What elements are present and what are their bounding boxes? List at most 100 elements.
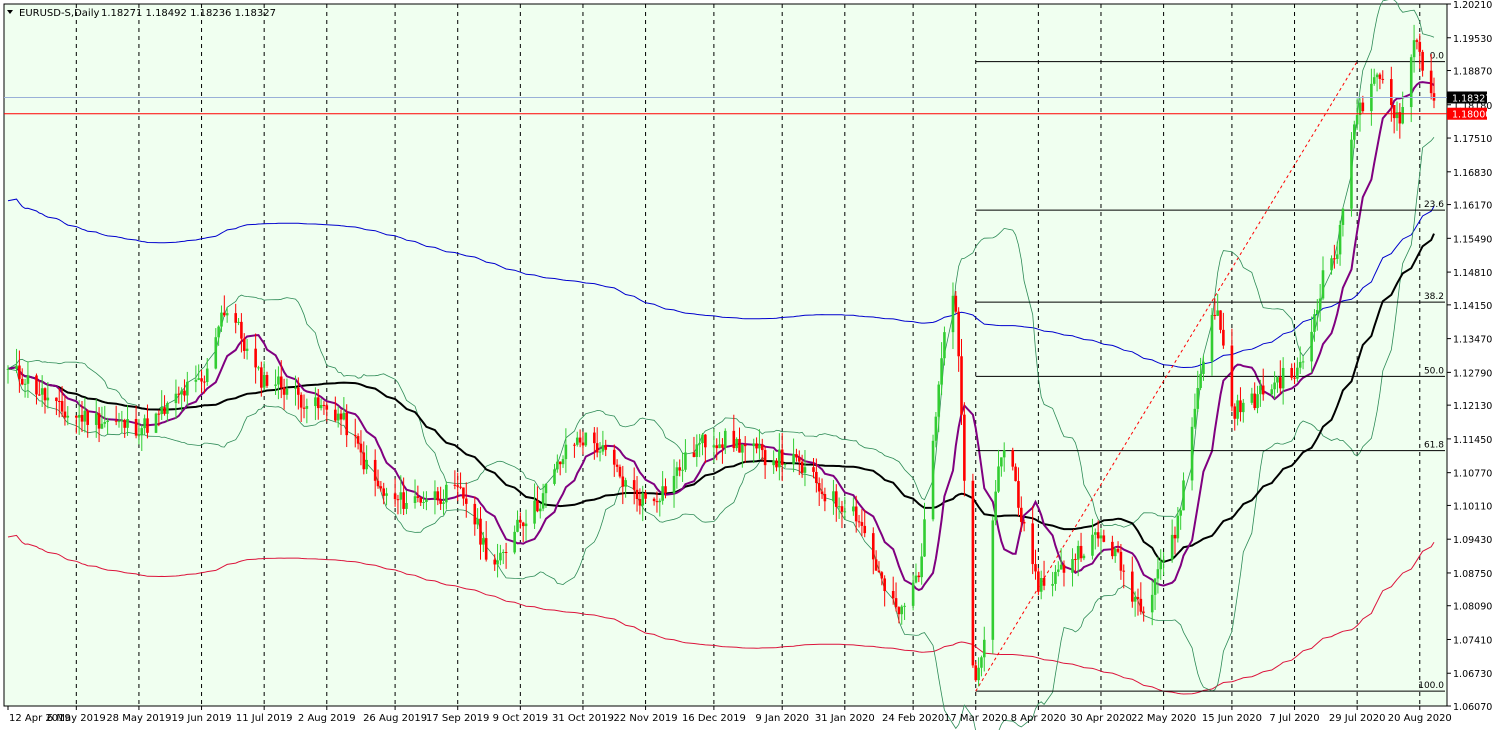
candle-bearish bbox=[260, 367, 263, 388]
candle-bullish bbox=[951, 295, 955, 333]
candle-bullish bbox=[1259, 385, 1262, 395]
candle-bearish bbox=[1031, 523, 1034, 565]
candle-bullish bbox=[245, 348, 249, 351]
candle-bearish bbox=[43, 388, 47, 401]
candle-bullish bbox=[482, 538, 485, 545]
candle-bullish bbox=[137, 435, 141, 437]
candle-bearish bbox=[763, 450, 767, 466]
y-tick-label: 1.14810 bbox=[1453, 268, 1492, 279]
candle-bearish bbox=[655, 501, 659, 503]
y-tick-label: 1.06070 bbox=[1453, 702, 1492, 713]
candle-bullish bbox=[940, 358, 943, 385]
candle-bullish bbox=[1341, 208, 1345, 225]
candle-bullish bbox=[154, 413, 158, 433]
candle-bearish bbox=[75, 415, 78, 418]
candle-bearish bbox=[265, 375, 269, 386]
candle-bullish bbox=[1372, 77, 1376, 84]
chart-window[interactable]: 0.0 23.6 38.2 50.0 61.8 100.0 12 Apr 2019 6 Ma… bbox=[0, 0, 1493, 734]
candle-bullish bbox=[516, 519, 519, 532]
candle-bullish bbox=[476, 518, 479, 525]
candle-bullish bbox=[305, 406, 309, 409]
fibonacci-level-label: 50.0 bbox=[1424, 366, 1444, 376]
candle-bearish bbox=[279, 376, 283, 388]
candle-bullish bbox=[15, 365, 18, 369]
candle-bullish bbox=[1150, 594, 1154, 613]
candle-bearish bbox=[704, 434, 707, 448]
candle-bearish bbox=[473, 503, 477, 525]
candle-bearish bbox=[297, 387, 300, 395]
candle-bearish bbox=[479, 518, 482, 545]
candle-bullish bbox=[1321, 270, 1325, 299]
candle-bullish bbox=[1093, 532, 1097, 535]
candle-bullish bbox=[1412, 40, 1416, 58]
candle-bearish bbox=[459, 486, 462, 488]
x-tick-label: 19 Jun 2019 bbox=[171, 713, 231, 724]
candle-bearish bbox=[635, 489, 639, 500]
candle-bearish bbox=[1378, 74, 1382, 79]
candle-bullish bbox=[1318, 298, 1322, 311]
candle-bearish bbox=[453, 484, 457, 486]
candle-bullish bbox=[205, 368, 209, 382]
candle-bearish bbox=[840, 506, 844, 512]
candle-bearish bbox=[1130, 571, 1134, 602]
candle-bearish bbox=[325, 405, 329, 410]
candle-bullish bbox=[1159, 561, 1163, 570]
candle-bearish bbox=[775, 460, 778, 468]
y-tick-label: 1.12790 bbox=[1453, 368, 1492, 379]
candle-bearish bbox=[1122, 570, 1126, 572]
candle-bearish bbox=[857, 521, 861, 523]
x-tick-label: 20 Aug 2020 bbox=[1388, 713, 1452, 724]
candle-bearish bbox=[780, 449, 784, 465]
candle-bearish bbox=[157, 413, 161, 415]
candle-bullish bbox=[1182, 480, 1185, 511]
candle-bearish bbox=[664, 486, 667, 493]
candle-bullish bbox=[843, 511, 847, 513]
candle-bearish bbox=[874, 559, 878, 571]
candle-bullish bbox=[285, 388, 289, 395]
candle-bearish bbox=[854, 506, 858, 522]
candle-bearish bbox=[97, 413, 101, 429]
candle-bullish bbox=[186, 381, 189, 396]
candle-bearish bbox=[1429, 70, 1433, 94]
candle-bearish bbox=[484, 538, 488, 560]
candle-bullish bbox=[564, 444, 568, 460]
candle-bullish bbox=[943, 332, 946, 359]
candle-bearish bbox=[1381, 78, 1385, 80]
candle-bearish bbox=[871, 533, 875, 560]
candle-bearish bbox=[817, 483, 821, 492]
candle-bearish bbox=[1293, 377, 1296, 379]
candle-bearish bbox=[123, 420, 126, 428]
candle-bullish bbox=[1281, 367, 1285, 389]
candle-bullish bbox=[23, 383, 27, 385]
candle-bullish bbox=[672, 475, 676, 493]
candle-bearish bbox=[760, 444, 764, 451]
candle-bearish bbox=[536, 500, 539, 512]
candle-bearish bbox=[302, 407, 306, 409]
candle-bullish bbox=[160, 407, 164, 415]
candle-bullish bbox=[778, 449, 781, 468]
candle-bullish bbox=[40, 388, 44, 395]
candle-bearish bbox=[1019, 507, 1023, 522]
candle-bullish bbox=[83, 410, 87, 422]
candle-bullish bbox=[681, 469, 684, 471]
price-chart[interactable]: 0.023.638.250.061.8100.0 12 Apr 20196 Ma… bbox=[0, 0, 1493, 734]
candle-bullish bbox=[1000, 457, 1003, 467]
candle-bearish bbox=[738, 438, 741, 453]
candle-bullish bbox=[598, 451, 602, 453]
candle-bearish bbox=[38, 394, 41, 396]
candle-bearish bbox=[960, 356, 963, 415]
current-price-label: 1.18327 bbox=[1452, 93, 1491, 104]
candle-bullish bbox=[723, 430, 727, 448]
candle-bullish bbox=[174, 393, 178, 404]
candle-bearish bbox=[1290, 367, 1293, 378]
candle-bearish bbox=[114, 420, 118, 422]
candle-bearish bbox=[242, 338, 246, 351]
candle-bearish bbox=[462, 487, 465, 499]
y-tick-label: 1.10770 bbox=[1453, 469, 1492, 480]
candle-bearish bbox=[860, 522, 864, 526]
candle-bullish bbox=[106, 420, 109, 422]
candle-bearish bbox=[795, 454, 798, 458]
candle-bearish bbox=[200, 378, 203, 382]
candle-bearish bbox=[334, 409, 337, 421]
candle-bullish bbox=[561, 459, 565, 465]
